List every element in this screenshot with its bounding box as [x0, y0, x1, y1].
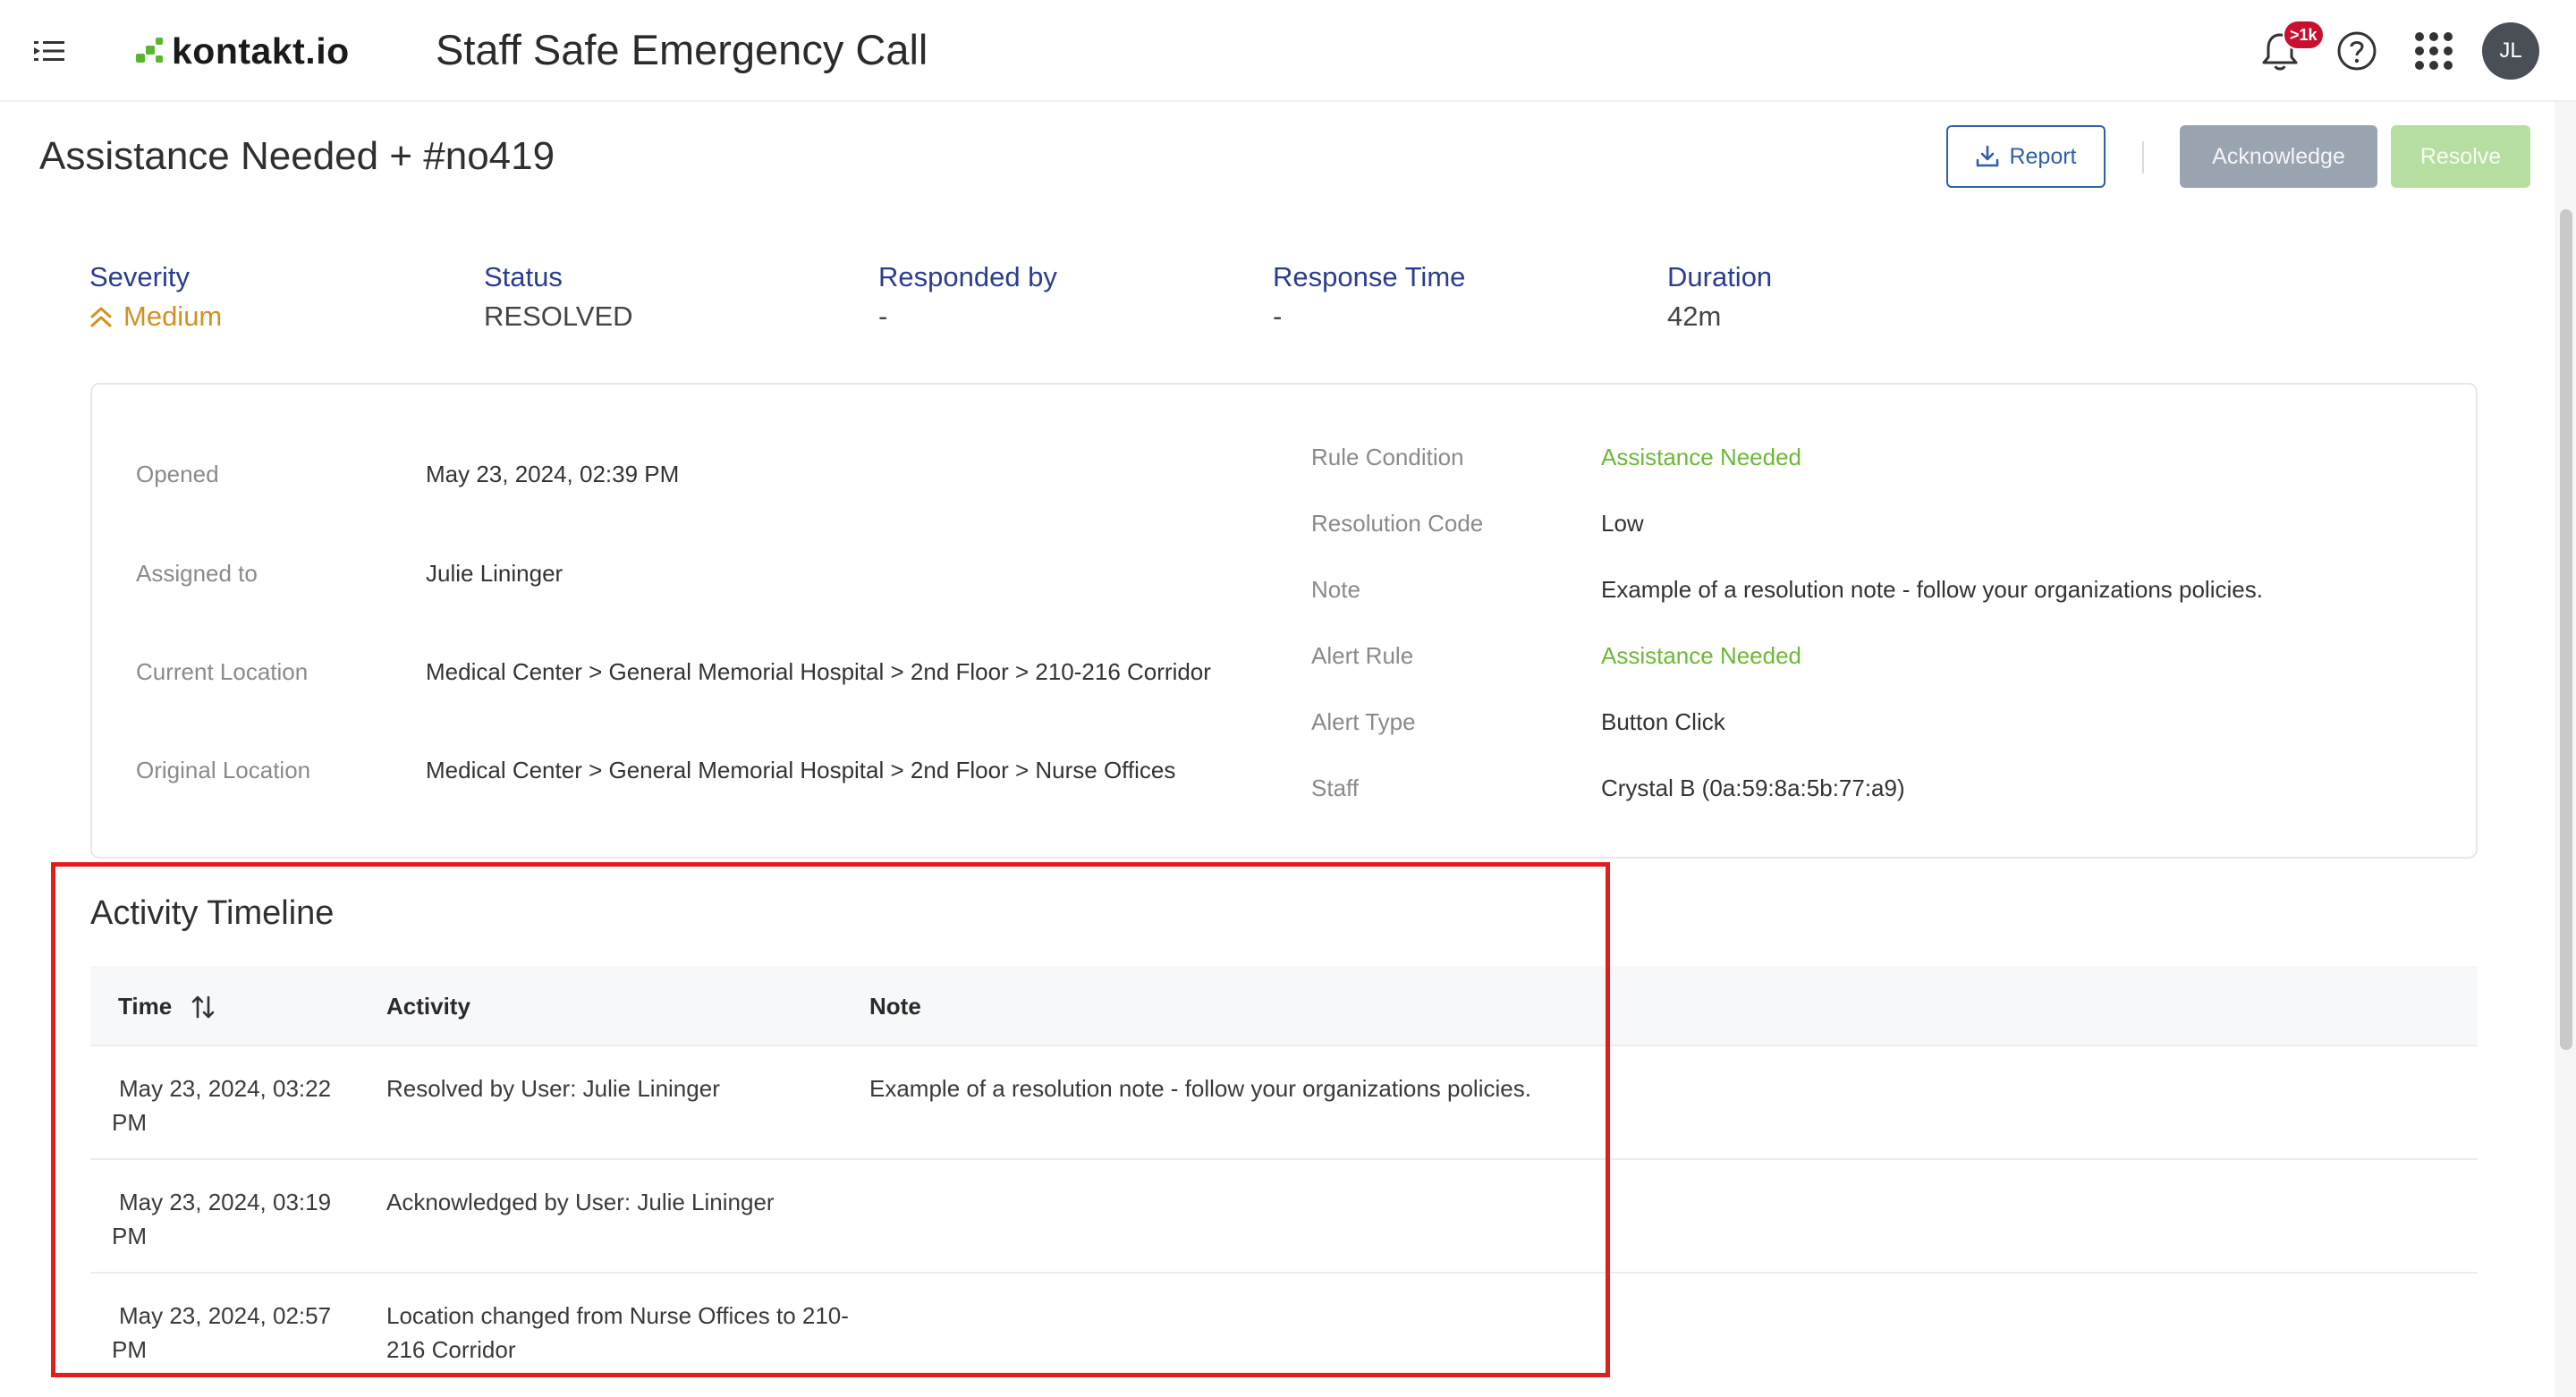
user-menu[interactable]: JL — [2481, 21, 2540, 80]
row-time: May 23, 2024, 03:22 PM — [112, 1075, 332, 1136]
detail-value: Example of a resolution note - follow yo… — [1601, 576, 2263, 603]
apps-grid-icon — [2415, 32, 2453, 70]
rule-condition-link[interactable]: Assistance Needed — [1601, 444, 1801, 471]
duration-field: Duration 42m — [1667, 261, 2043, 333]
detail-key: Alert Type — [1311, 708, 1416, 735]
kontakt-logo-icon — [136, 38, 163, 63]
response-time-value: - — [1273, 301, 1283, 332]
response-time-label: Response Time — [1273, 261, 1466, 292]
response-time-field: Response Time - — [1273, 261, 1648, 333]
table-row: May 23, 2024, 03:22 PM Resolved by User:… — [90, 1046, 2478, 1160]
apps-button[interactable] — [2404, 21, 2463, 80]
detail-key: Note — [1311, 576, 1360, 603]
detail-value: May 23, 2024, 02:39 PM — [426, 461, 680, 487]
header-divider — [2142, 141, 2144, 174]
row-activity: Resolved by User: Julie Lininger — [386, 1075, 720, 1102]
resolve-button[interactable]: Resolve — [2391, 125, 2530, 188]
duration-label: Duration — [1667, 261, 1773, 292]
severity-label: Severity — [89, 261, 190, 292]
detail-value: Julie Lininger — [426, 560, 564, 587]
row-activity: Location changed from Nurse Offices to 2… — [386, 1302, 849, 1363]
severity-chevrons-up-icon — [90, 307, 112, 327]
help-button[interactable] — [2327, 21, 2386, 80]
details-card: Opened May 23, 2024, 02:39 PM Assigned t… — [90, 383, 2478, 859]
detail-key: Current Location — [136, 658, 309, 685]
detail-value: Button Click — [1601, 708, 1725, 735]
responded-by-label: Responded by — [878, 261, 1057, 292]
detail-key: Rule Condition — [1311, 444, 1464, 470]
report-button[interactable]: Report — [1946, 125, 2106, 188]
acknowledge-button[interactable]: Acknowledge — [2180, 125, 2377, 188]
sort-icon — [191, 995, 215, 1018]
severity-value: Medium — [123, 301, 223, 332]
report-button-label: Report — [2009, 143, 2077, 169]
activity-timeline-table: Time Activity Note May 23, 2024, 03:22 P… — [90, 966, 2478, 1387]
table-row: May 23, 2024, 02:57 PM Location changed … — [90, 1274, 2478, 1387]
vertical-scrollbar[interactable] — [2555, 102, 2576, 1397]
detail-key: Resolution Code — [1311, 510, 1484, 537]
detail-key: Assigned to — [136, 560, 258, 587]
note-column-header: Note — [869, 993, 921, 1020]
time-column-label: Time — [118, 993, 173, 1020]
activity-column-header: Activity — [386, 993, 470, 1020]
table-header: Time Activity Note — [90, 966, 2478, 1046]
row-activity: Acknowledged by User: Julie Lininger — [386, 1189, 775, 1215]
activity-timeline-title: Activity Timeline — [90, 894, 335, 932]
page-title: Assistance Needed + #no419 — [39, 134, 555, 178]
alert-rule-link[interactable]: Assistance Needed — [1601, 642, 1801, 670]
detail-value: Low — [1601, 510, 1644, 537]
status-label: Status — [484, 261, 563, 292]
help-icon — [2337, 31, 2377, 71]
detail-value: Medical Center > General Memorial Hospit… — [426, 757, 1176, 783]
status-field: Status RESOLVED — [484, 261, 860, 333]
detail-key: Alert Rule — [1311, 642, 1414, 669]
notification-badge: >1k — [2283, 20, 2325, 50]
avatar: JL — [2482, 22, 2539, 80]
top-bar: kontakt.io Staff Safe Emergency Call >1k — [0, 0, 2576, 102]
responded-by-value: - — [878, 301, 888, 332]
brand-name: kontakt.io — [172, 30, 350, 72]
table-row: May 23, 2024, 03:19 PM Acknowledged by U… — [90, 1160, 2478, 1274]
detail-key: Staff — [1311, 775, 1360, 801]
detail-value: Crystal B (0a:59:8a:5b:77:a9) — [1601, 775, 1905, 801]
menu-toggle-icon[interactable] — [32, 34, 68, 70]
notifications-button[interactable]: >1k — [2250, 20, 2325, 80]
detail-value: Medical Center > General Memorial Hospit… — [426, 658, 1211, 685]
severity-field: Severity Medium — [89, 261, 465, 333]
duration-value: 42m — [1667, 301, 1722, 332]
detail-key: Opened — [136, 461, 219, 487]
app-title: Staff Safe Emergency Call — [436, 26, 928, 73]
row-note: Example of a resolution note - follow yo… — [869, 1075, 1531, 1102]
responded-by-field: Responded by - — [878, 261, 1254, 333]
row-time: May 23, 2024, 03:19 PM — [112, 1189, 332, 1249]
detail-key: Original Location — [136, 757, 311, 783]
row-time: May 23, 2024, 02:57 PM — [112, 1302, 332, 1363]
time-column-header[interactable]: Time — [118, 993, 216, 1020]
brand-logo[interactable]: kontakt.io — [134, 27, 350, 75]
status-value: RESOLVED — [484, 301, 633, 332]
download-icon — [1977, 145, 1999, 167]
scrollbar-thumb[interactable] — [2560, 209, 2572, 1050]
